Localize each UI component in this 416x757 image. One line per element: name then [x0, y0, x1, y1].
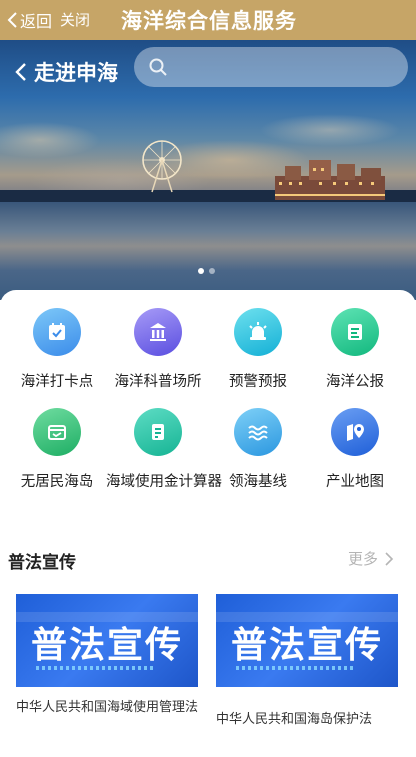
- island-card-icon: [33, 408, 81, 456]
- back-label: 返回: [20, 12, 53, 31]
- search-icon: [149, 58, 167, 76]
- legal-card-banner: 普法宣传: [16, 594, 198, 687]
- sea-reflection: [0, 202, 416, 300]
- carousel-indicator: [198, 268, 215, 274]
- chevron-left-icon: [15, 63, 26, 81]
- service-item-island[interactable]: 无居民海岛: [5, 408, 109, 491]
- museum-icon: [134, 308, 182, 356]
- top-bar: 返回 关闭 海洋综合信息服务: [0, 0, 416, 40]
- seaside-buildings-image: [275, 160, 385, 200]
- service-item-warning[interactable]: 预警预报: [206, 308, 310, 391]
- more-label: 更多: [348, 550, 379, 568]
- service-item-baseline[interactable]: 领海基线: [206, 408, 310, 491]
- hero-banner[interactable]: 走进申海: [0, 40, 416, 300]
- legal-card-title: 中华人民共和国海域使用管理法: [16, 700, 199, 715]
- service-label: 产业地图: [326, 474, 384, 490]
- banner-text: 普法宣传: [30, 625, 183, 666]
- service-item-science[interactable]: 海洋科普场所: [106, 308, 210, 391]
- alarm-light-icon: [234, 308, 282, 356]
- calendar-check-icon: [33, 308, 81, 356]
- bulletin-icon: [331, 308, 379, 356]
- banner-stripe: [36, 666, 156, 670]
- section-title: 普法宣传: [8, 553, 76, 573]
- banner-stripe: [236, 666, 356, 670]
- service-label: 海洋公报: [326, 374, 384, 390]
- banner-text: 普法宣传: [230, 625, 383, 666]
- service-label: 预警预报: [229, 374, 287, 390]
- chevron-left-icon: [7, 12, 17, 28]
- close-button[interactable]: 关闭: [60, 9, 90, 30]
- search-input[interactable]: [134, 47, 408, 87]
- service-item-industry-map[interactable]: 产业地图: [303, 408, 407, 491]
- service-label: 领海基线: [229, 474, 287, 490]
- service-item-calculator[interactable]: 海域使用金计算器: [106, 408, 222, 491]
- service-item-checkin[interactable]: 海洋打卡点: [5, 308, 109, 391]
- map-pin-icon: [331, 408, 379, 456]
- service-item-bulletin[interactable]: 海洋公报: [303, 308, 407, 391]
- service-label: 海洋科普场所: [114, 374, 202, 390]
- more-link[interactable]: 更多: [348, 548, 394, 569]
- hero-back-title: 走进申海: [34, 61, 118, 85]
- legal-card-title: 中华人民共和国海岛保护法: [216, 712, 373, 727]
- carousel-dot[interactable]: [209, 268, 215, 274]
- calculator-icon: [134, 408, 182, 456]
- service-label: 无居民海岛: [20, 474, 94, 490]
- back-button[interactable]: 返回: [6, 8, 52, 32]
- carousel-dot[interactable]: [198, 268, 204, 274]
- waves-icon: [234, 408, 282, 456]
- legal-card[interactable]: 普法宣传 中华人民共和国海岛保护法: [216, 594, 398, 730]
- main-content: 海洋打卡点 海洋科普场所 预警预报 海洋公报 无居民海岛 海域使用金计算器 领海…: [0, 290, 416, 757]
- hero-back-button[interactable]: 走进申海: [14, 57, 118, 87]
- service-label: 海洋打卡点: [20, 374, 94, 390]
- legal-card[interactable]: 普法宣传 中华人民共和国海域使用管理法: [16, 594, 198, 718]
- service-label: 海域使用金计算器: [106, 474, 222, 490]
- ferris-wheel-image: [142, 140, 182, 193]
- chevron-right-icon: [385, 551, 394, 566]
- page-title: 海洋综合信息服务: [121, 9, 297, 33]
- legal-card-banner: 普法宣传: [216, 594, 398, 687]
